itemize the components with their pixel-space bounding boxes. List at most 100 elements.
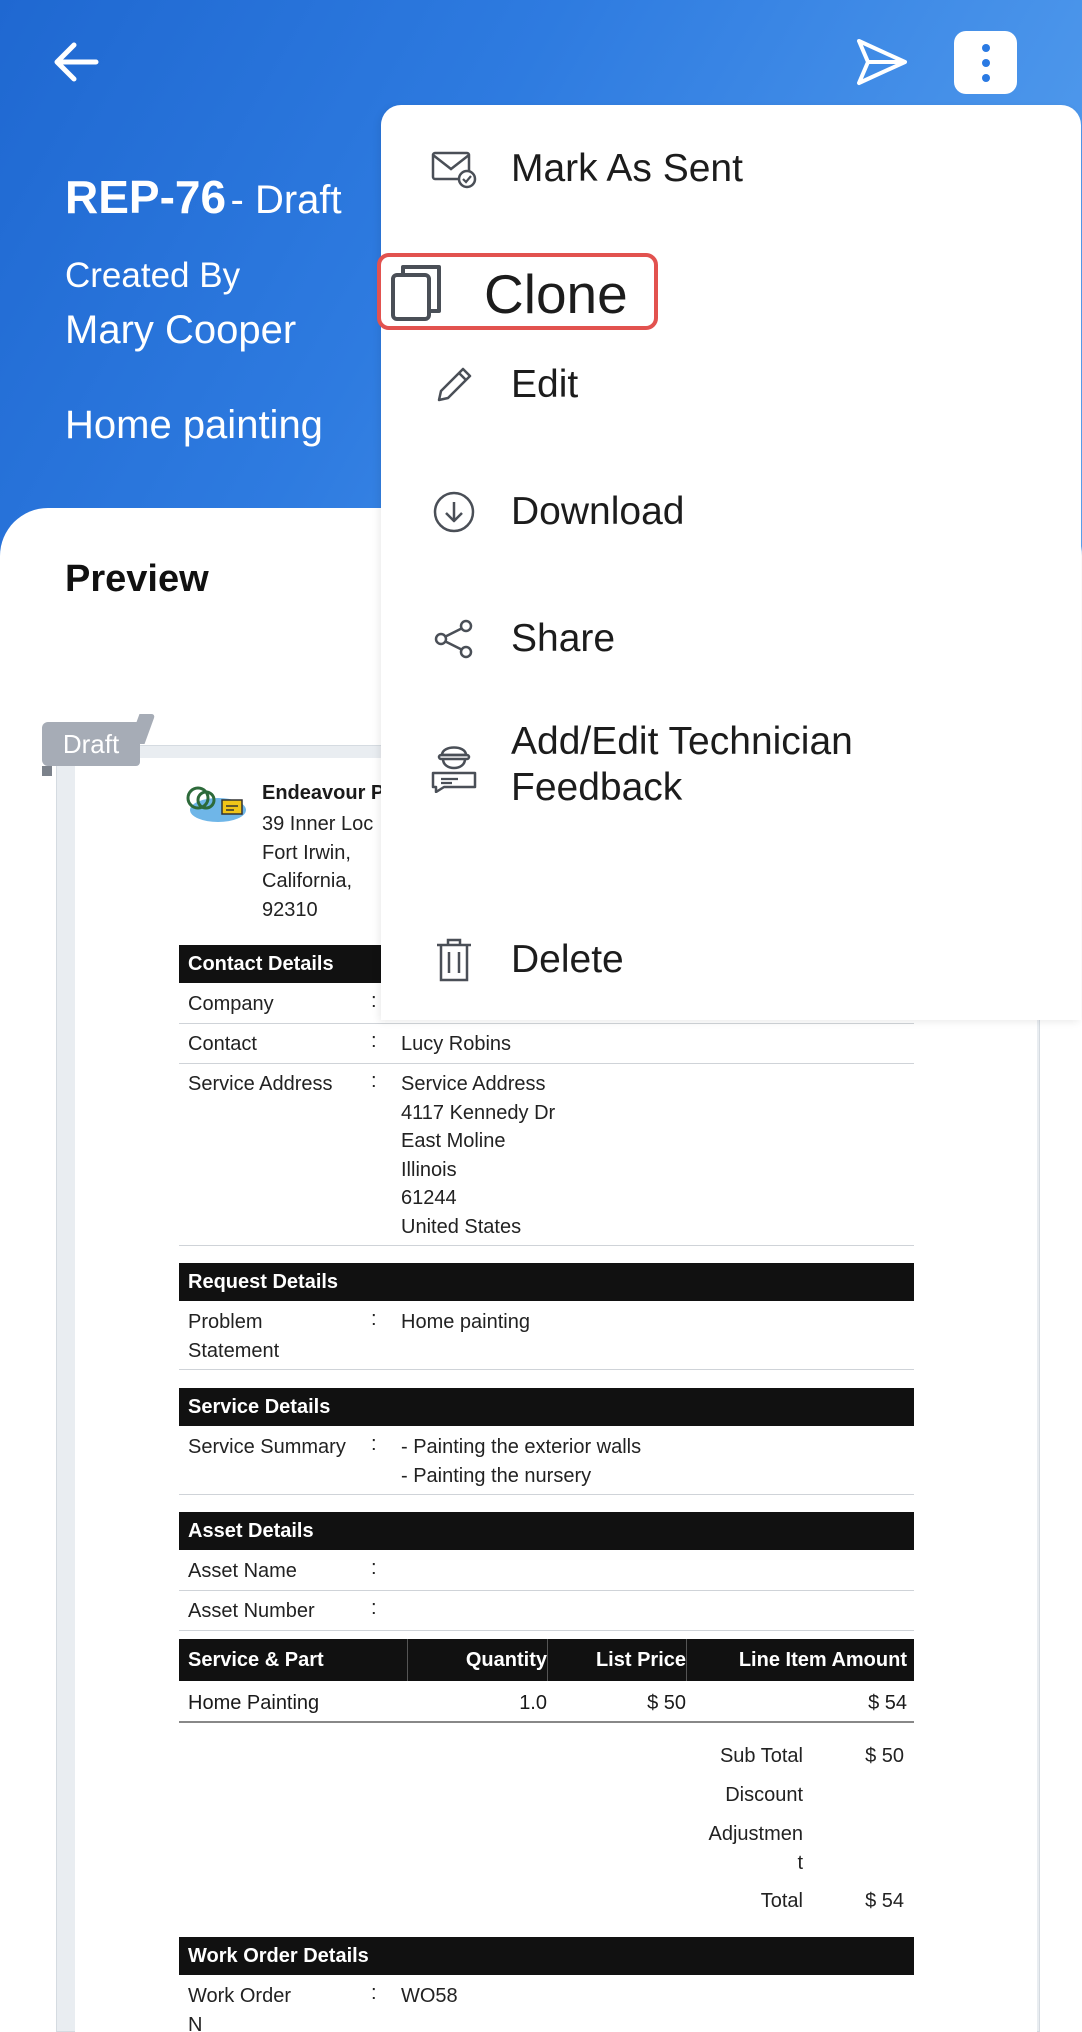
row-colon: : — [371, 1070, 377, 1092]
column-header: List Price — [547, 1639, 686, 1681]
request-details-header: Request Details — [179, 1263, 914, 1301]
row-label: Asset Name — [188, 1560, 297, 1582]
menu-item-label: Share — [511, 617, 616, 660]
company-address-line: 92310 — [262, 898, 318, 921]
created-by-label: Created By — [65, 256, 241, 295]
total-label: Total — [760, 1890, 803, 1912]
row-label: Problem Statement — [188, 1308, 358, 1365]
row-value: WO58 — [401, 1985, 458, 2007]
row-value: - Painting the exterior walls - Painting… — [401, 1433, 641, 1490]
service-part-table-header: Service & Part Quantity List Price Line … — [179, 1639, 914, 1681]
address-line: East Moline — [401, 1130, 506, 1152]
table-row: Asset Name : — [179, 1551, 914, 1591]
menu-item-download[interactable]: Download — [381, 462, 1081, 562]
table-row: Contact : Lucy Robins — [179, 1024, 914, 1064]
work-order-details-header: Work Order Details — [179, 1937, 914, 1975]
discount-label: Discount — [725, 1784, 803, 1806]
menu-item-label: Edit — [511, 363, 579, 406]
download-circle-icon — [429, 487, 479, 537]
column-header: Quantity — [407, 1639, 547, 1681]
row-label-line: Statement — [188, 1339, 280, 1362]
menu-item-mark-as-sent[interactable]: Mark As Sent — [381, 119, 1081, 219]
column-header: Service & Part — [188, 1648, 324, 1671]
menu-item-edit[interactable]: Edit — [381, 335, 1081, 435]
adjustment-label-line: t — [797, 1851, 803, 1874]
cell: 1.0 — [519, 1692, 547, 1714]
company-logo — [186, 786, 246, 822]
row-label-line: Work Order — [188, 1985, 291, 2007]
address-line: Service Address — [401, 1073, 546, 1095]
row-value: Home painting — [401, 1311, 530, 1333]
adjustment-label-line: Adjustmen — [708, 1823, 804, 1845]
adjustment-label: Adjustmen t — [680, 1820, 804, 1877]
table-row: Problem Statement : Home painting — [179, 1302, 914, 1370]
address-line: Illinois — [401, 1158, 457, 1181]
address-line: United States — [401, 1215, 522, 1238]
summary-line: - Painting the nursery — [401, 1464, 592, 1487]
menu-item-label: Mark As Sent — [511, 147, 743, 190]
menu-item-clone-label: Clone — [484, 263, 628, 325]
address-line: 61244 — [401, 1187, 457, 1209]
created-by-name: Mary Cooper — [65, 308, 297, 352]
row-colon: : — [371, 1433, 377, 1455]
row-value: Lucy Robins — [401, 1033, 512, 1055]
row-colon: : — [371, 990, 377, 1012]
send-icon — [857, 39, 907, 85]
back-button[interactable] — [44, 34, 108, 90]
row-label: Contact — [188, 1033, 257, 1055]
menu-item-label-line: Add/Edit Technician — [511, 720, 853, 763]
subtotal-value: $ 50 — [865, 1745, 904, 1767]
mail-check-icon — [429, 144, 479, 194]
page-title: REP-76 - Draft — [65, 170, 342, 224]
company-address: 39 Inner Loc Fort Irwin, California, 923… — [262, 810, 373, 924]
copy-icon — [391, 265, 441, 321]
job-title: Home painting — [65, 403, 323, 447]
row-label: Service Address — [188, 1073, 333, 1095]
row-label: Asset Number — [188, 1600, 315, 1622]
service-details-header: Service Details — [179, 1388, 914, 1426]
address-line: 4117 Kennedy Dr — [401, 1101, 556, 1124]
draft-ribbon-label: Draft — [62, 728, 120, 759]
cell: Home Painting — [188, 1692, 320, 1714]
preview-heading: Preview — [65, 558, 209, 600]
summary-line: - Painting the exterior walls — [401, 1436, 642, 1458]
menu-item-delete[interactable]: Delete — [381, 910, 1081, 1010]
row-label-line: N — [188, 2013, 203, 2032]
row-label: Work Order N — [188, 1982, 358, 2032]
menu-item-label-line: Feedback — [511, 766, 683, 809]
total-value: $ 54 — [865, 1890, 904, 1912]
menu-item-label: Download — [511, 490, 685, 533]
send-button[interactable] — [850, 34, 914, 90]
table-row: Service Summary : - Painting the exterio… — [179, 1427, 914, 1495]
company-address-line: California, — [262, 870, 353, 892]
row-label: Service Summary — [188, 1436, 346, 1458]
technician-feedback-icon — [429, 740, 479, 793]
asset-details-header: Asset Details — [179, 1512, 914, 1550]
row-colon: : — [371, 1557, 377, 1579]
more-vertical-icon — [981, 43, 990, 82]
menu-item-technician-feedback[interactable]: Add/Edit Technician Feedback — [381, 700, 1081, 830]
actions-menu: Mark As Sent Edit Download Share Add/Edi… — [381, 105, 1081, 1020]
table-row: Work Order N : WO58 — [179, 1976, 914, 2032]
menu-item-share[interactable]: Share — [381, 589, 1081, 689]
report-number: REP-76 — [65, 171, 227, 223]
row-colon: : — [371, 1982, 377, 2004]
service-address-value: Service Address 4117 Kennedy Dr East Mol… — [401, 1070, 555, 1241]
row-colon: : — [371, 1597, 377, 1619]
share-icon — [429, 614, 479, 664]
trash-icon — [429, 935, 479, 985]
row-label-line: Problem — [188, 1311, 263, 1333]
status-text: - Draft — [230, 178, 342, 222]
menu-item-label: Delete — [511, 938, 624, 981]
cell: $ 54 — [868, 1692, 907, 1714]
company-address-line: Fort Irwin, — [262, 841, 351, 864]
table-row: Service Address : Service Address 4117 K… — [179, 1064, 914, 1246]
column-header: Line Item Amount — [686, 1639, 907, 1681]
company-name: Endeavour P — [262, 782, 385, 804]
row-colon: : — [371, 1308, 377, 1330]
subtotal-label: Sub Total — [719, 1745, 803, 1767]
row-colon: : — [371, 1030, 377, 1052]
more-options-button[interactable] — [954, 31, 1017, 94]
draft-ribbon: Draft — [42, 722, 140, 776]
company-address-line: 39 Inner Loc — [262, 813, 374, 835]
